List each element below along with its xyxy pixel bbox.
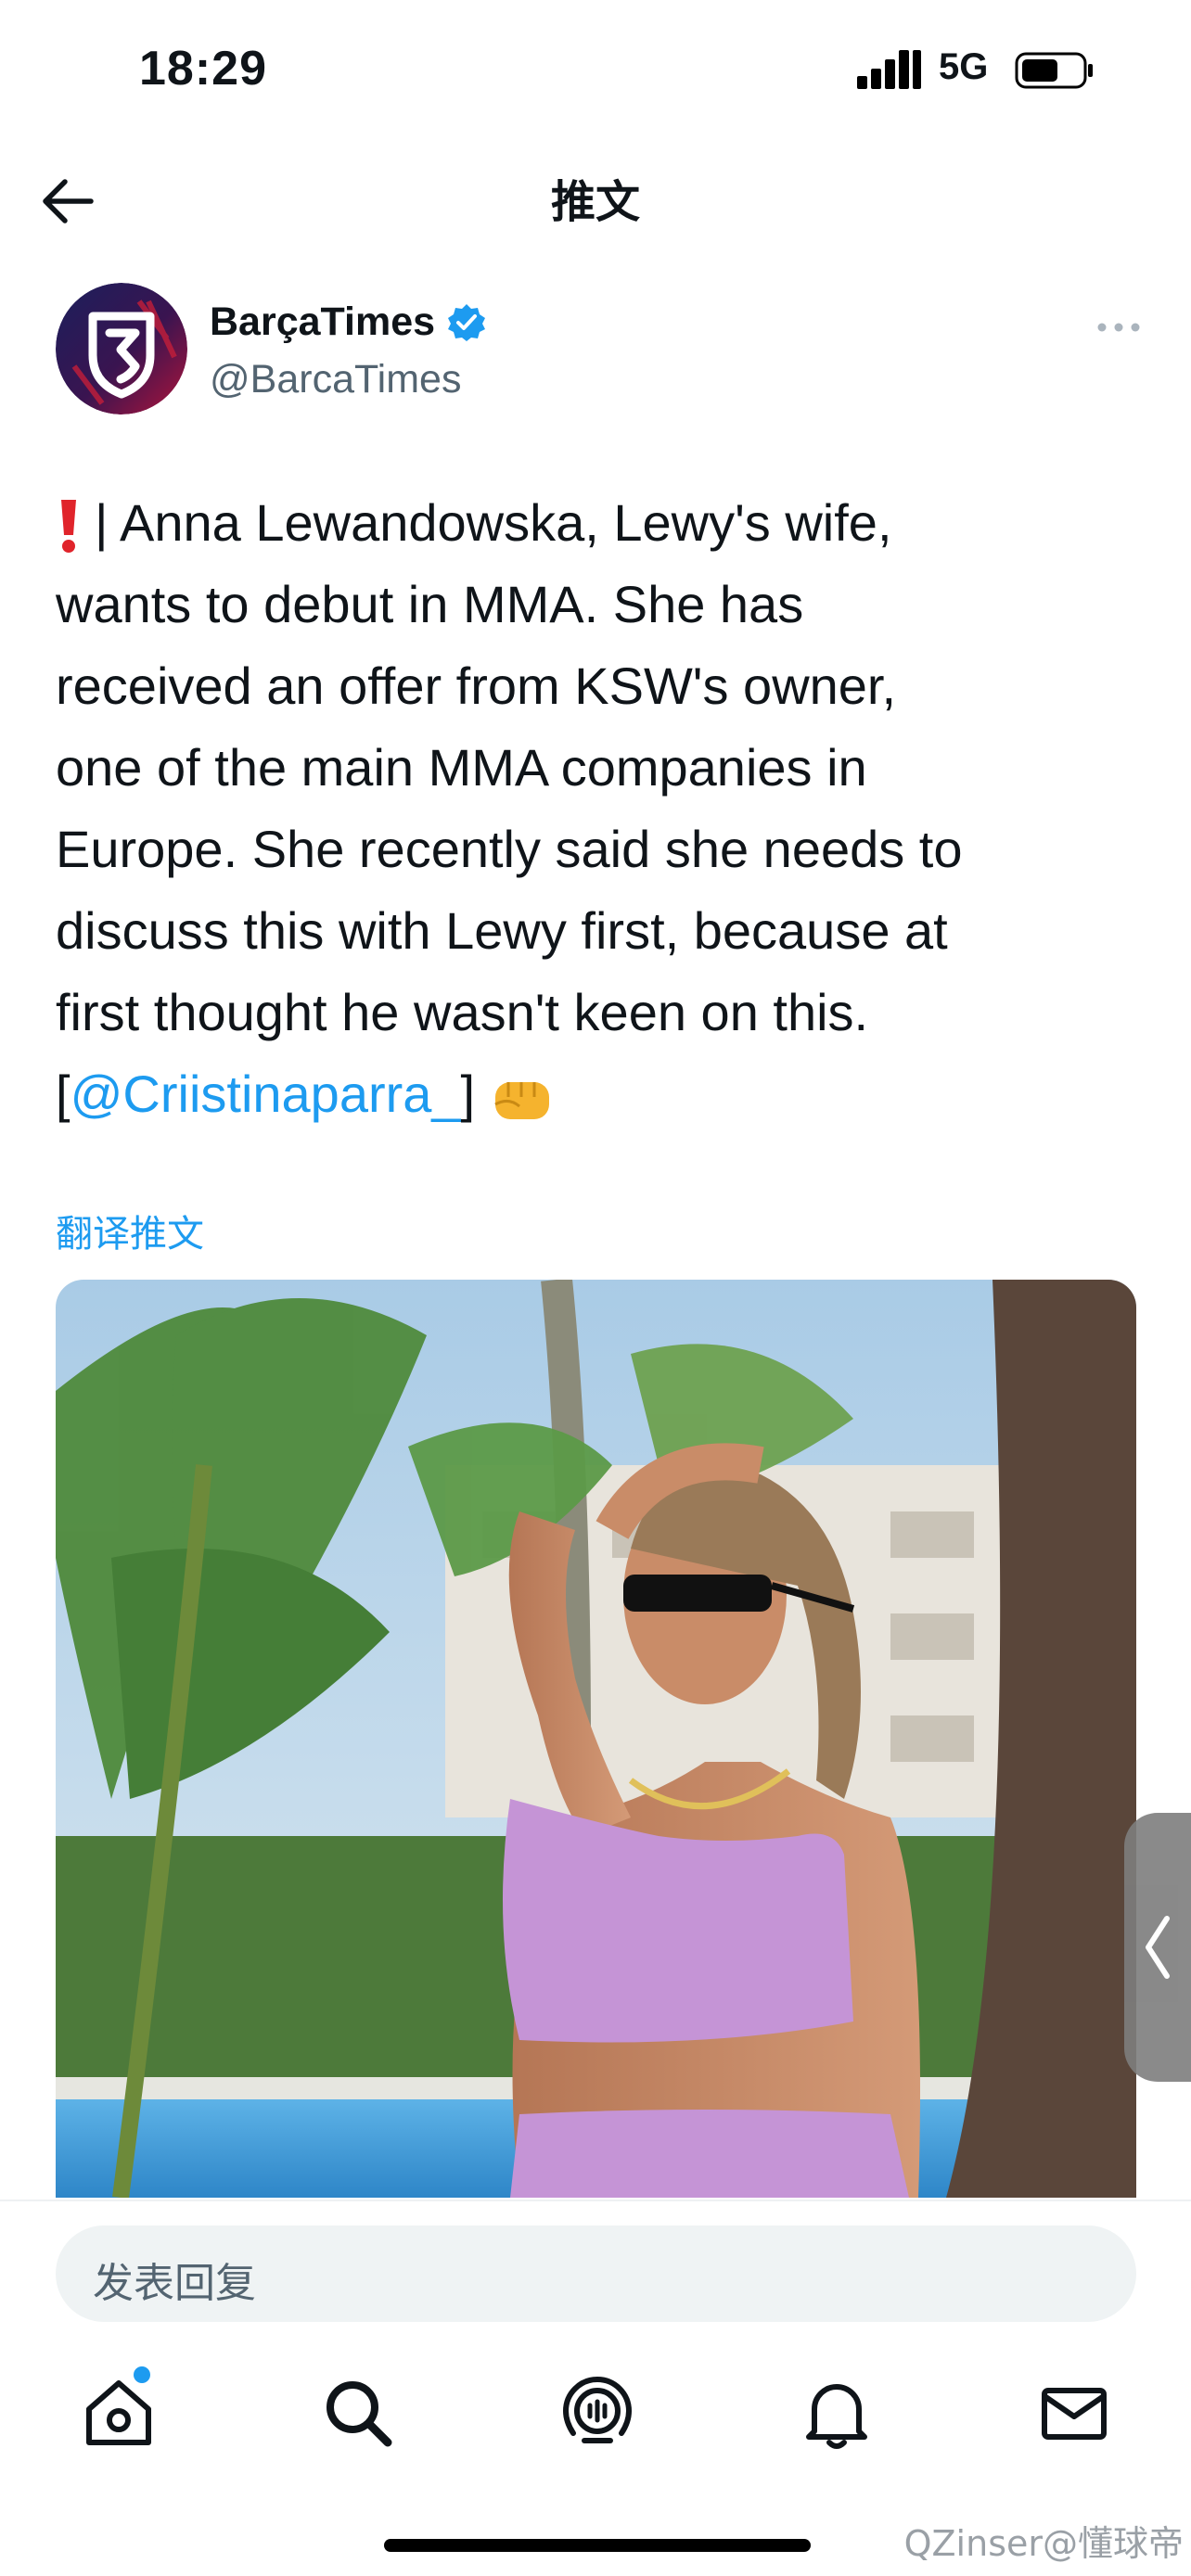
reply-input[interactable]: 发表回复 [56, 2225, 1136, 2322]
verified-badge-icon [448, 303, 486, 341]
tweet-line-6: discuss this with Lewy first, because at [56, 901, 948, 960]
tweet-line-1: | Anna Lewandowska, Lewy's wife, [95, 493, 892, 552]
status-time: 18:29 [139, 42, 267, 96]
tweet-media-image[interactable] [56, 1280, 1136, 2198]
home-icon [86, 2380, 151, 2445]
fist-emoji-icon [493, 1082, 549, 1120]
credit-close-bracket: ] [460, 1065, 476, 1123]
tweet-line-5: Europe. She recently said she needs to [56, 820, 963, 878]
author-name-row[interactable]: BarçaTimes [210, 300, 487, 345]
envelope-icon [1042, 2388, 1107, 2440]
display-name[interactable]: BarçaTimes [210, 300, 435, 345]
barcatimes-logo [56, 283, 187, 414]
exclamation-emoji-icon [61, 500, 76, 554]
top-navigation: 推文 [0, 148, 1191, 260]
tweet-text: | Anna Lewandowska, Lewy's wife, wants t… [56, 482, 1150, 1135]
status-bar: 18:29 5G [0, 0, 1191, 139]
tweet-line-7: first thought he wasn't keen on this. [56, 983, 869, 1041]
network-type: 5G [939, 46, 989, 87]
tweet-line-3: received an offer from KSW's owner, [56, 657, 897, 715]
tab-spaces[interactable] [553, 2368, 642, 2457]
photo-scene [56, 1280, 1136, 2198]
reply-bar: 发表回复 [0, 2200, 1191, 2331]
tab-messages[interactable] [1030, 2368, 1119, 2457]
spaces-microphone-icon [562, 2377, 633, 2443]
tweet-header: BarçaTimes @BarcaTimes [56, 283, 1141, 431]
watermark: QZinser@懂球帝 [903, 2523, 1184, 2564]
home-indicator[interactable] [384, 2539, 811, 2552]
credit-open-bracket: [ [56, 1065, 70, 1123]
mention-link[interactable]: @Criistinaparra_ [70, 1065, 461, 1123]
tweet-line-2: wants to debut in MMA. She has [56, 575, 804, 633]
tab-notifications[interactable] [792, 2368, 881, 2457]
tab-search[interactable] [314, 2368, 403, 2457]
chevron-left-icon [1146, 1916, 1170, 1979]
avatar[interactable] [56, 283, 187, 414]
search-icon [327, 2381, 392, 2447]
cellular-signal-icon [857, 50, 921, 89]
tab-home[interactable] [74, 2368, 163, 2457]
reply-placeholder: 发表回复 [93, 2260, 256, 2307]
translate-tweet-link[interactable]: 翻译推文 [56, 1204, 204, 1257]
home-notification-dot [134, 2366, 150, 2383]
more-options-icon[interactable] [1096, 318, 1141, 337]
battery-icon [1015, 52, 1093, 89]
page-title: 推文 [550, 176, 640, 228]
user-handle[interactable]: @BarcaTimes [210, 357, 461, 402]
side-panel-handle[interactable] [1124, 1813, 1191, 2082]
tweet-line-4: one of the main MMA companies in [56, 738, 867, 797]
bell-icon [806, 2384, 867, 2449]
